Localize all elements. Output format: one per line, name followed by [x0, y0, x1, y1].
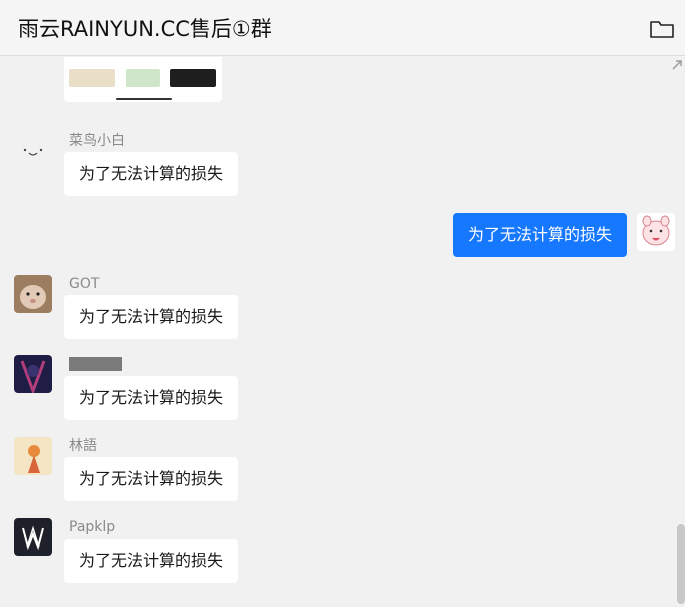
message-bubble[interactable]: 为了无法计算的损失 — [64, 457, 239, 501]
chat-title: 雨云RAINYUN.CC售后①群 — [18, 17, 272, 41]
pink-cartoon-avatar[interactable] — [637, 213, 675, 251]
sender-name: 林語 — [69, 438, 97, 454]
scrollbar[interactable] — [677, 524, 685, 604]
image-home-bar — [116, 98, 172, 100]
anime-avatar[interactable] — [14, 355, 52, 393]
sender-name: GOT — [69, 276, 100, 292]
folder-icon[interactable] — [649, 18, 675, 40]
redacted-sender-name — [69, 357, 122, 371]
chat-header: 雨云RAINYUN.CC售后①群 — [0, 0, 685, 56]
image-thumb — [69, 69, 115, 87]
aw-logo-avatar[interactable] — [14, 518, 52, 556]
girl-illustration-avatar[interactable] — [14, 437, 52, 475]
cat-photo-avatar[interactable] — [14, 275, 52, 313]
image-thumb — [126, 69, 160, 87]
message-bubble[interactable]: 为了无法计算的损失 — [64, 376, 239, 420]
face-doodle-avatar[interactable] — [14, 135, 52, 173]
sender-name: 菜鸟小白 — [69, 133, 125, 149]
image-thumb — [170, 69, 216, 87]
message-list[interactable]: 菜鸟小白 为了无法计算的损失 为了无法计算的损失 GOT 为了无法计算的损失 为… — [0, 57, 685, 607]
image-message[interactable] — [64, 57, 222, 102]
message-bubble[interactable]: 为了无法计算的损失 — [64, 295, 239, 339]
message-bubble[interactable]: 为了无法计算的损失 — [64, 539, 239, 583]
self-message-bubble[interactable]: 为了无法计算的损失 — [452, 213, 627, 257]
forward-arrow-icon[interactable] — [671, 59, 683, 71]
sender-name: Papklp — [69, 519, 116, 535]
message-bubble[interactable]: 为了无法计算的损失 — [64, 152, 239, 196]
